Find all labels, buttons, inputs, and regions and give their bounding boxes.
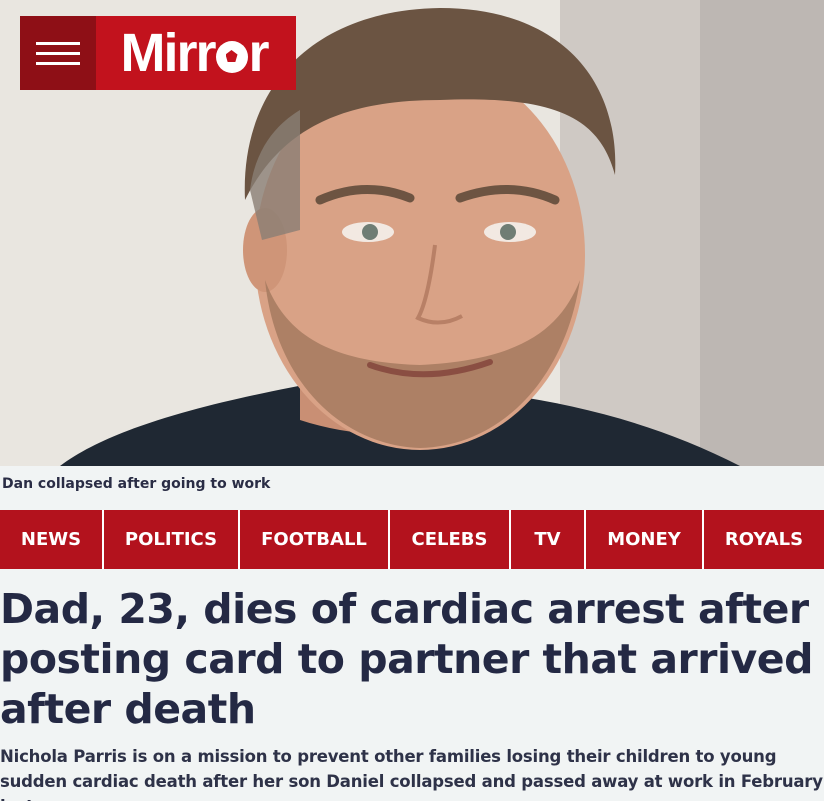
nav-item-celebs[interactable]: CELEBS [390, 510, 511, 569]
brand-name-suffix: r [248, 23, 270, 83]
hero-image: Mirr r [0, 0, 824, 466]
nav-item-politics[interactable]: POLITICS [104, 510, 240, 569]
nav-item-tv[interactable]: TV [511, 510, 586, 569]
article-standfirst: Nichola Parris is on a mission to preven… [0, 747, 823, 801]
brand-name-prefix: Mirr [120, 23, 216, 83]
football-icon [215, 41, 248, 73]
brand-wordmark[interactable]: Mirr r [96, 16, 296, 90]
nav-item-royals[interactable]: ROYALS [704, 510, 824, 569]
nav-item-football[interactable]: FOOTBALL [240, 510, 390, 569]
nav-item-money[interactable]: MONEY [586, 510, 704, 569]
section-nav: NEWS POLITICS FOOTBALL CELEBS TV MONEY R… [0, 510, 824, 569]
mirror-logo[interactable]: Mirr r [20, 16, 296, 90]
nav-item-news[interactable]: NEWS [0, 510, 104, 569]
image-caption: Dan collapsed after going to work [0, 466, 824, 510]
article-headline: Dad, 23, dies of cardiac arrest after po… [0, 585, 813, 733]
hamburger-menu-icon[interactable] [20, 16, 96, 90]
